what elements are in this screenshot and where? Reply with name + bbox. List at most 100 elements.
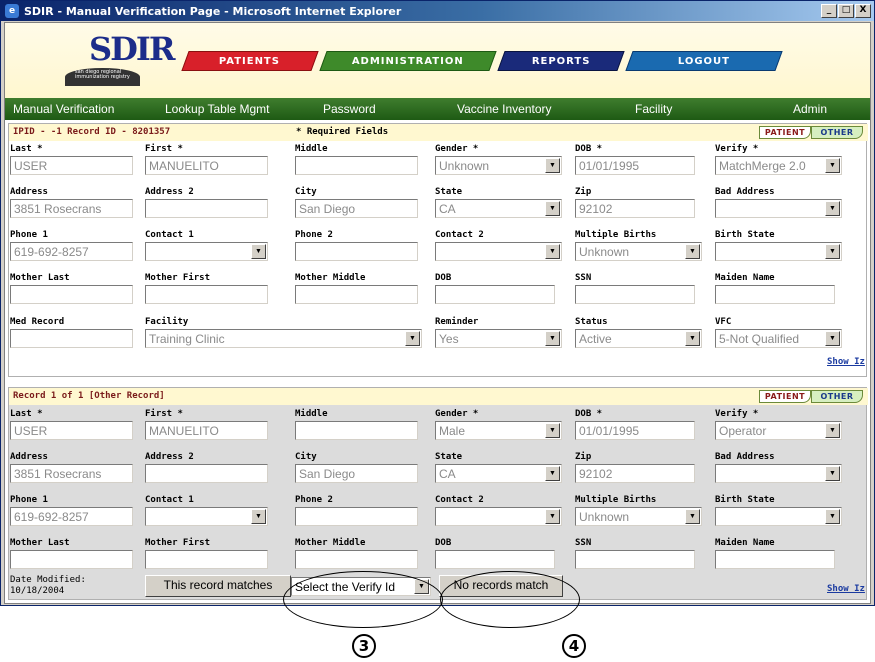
maiden-name-field[interactable]	[715, 285, 835, 304]
record-id-label: IPID - -1 Record ID - 8201357	[13, 127, 171, 137]
multiple-births-select[interactable]: Unknown ▼	[575, 507, 702, 526]
contact2-select[interactable]: ▼	[435, 242, 562, 261]
gender-select[interactable]: Unknown ▼	[435, 156, 562, 175]
other-record-header: Record 1 of 1 [Other Record]	[9, 388, 868, 405]
patient-button[interactable]: PATIENT	[759, 126, 811, 139]
patient-button[interactable]: PATIENT	[759, 390, 811, 403]
phone2-field[interactable]	[295, 242, 418, 261]
ssn-label: SSN	[575, 538, 592, 548]
phone2-field[interactable]	[295, 507, 418, 526]
med-record-field[interactable]	[10, 329, 133, 348]
address-field[interactable]: 3851 Rosecrans	[10, 199, 133, 218]
last-label: Last *	[10, 409, 43, 419]
last-field[interactable]: USER	[10, 421, 133, 440]
nav-reports[interactable]: REPORTS	[497, 51, 625, 71]
maiden-name-field[interactable]	[715, 550, 835, 569]
first-field[interactable]: MANUELITO	[145, 421, 268, 440]
verify-label: Verify *	[715, 144, 759, 154]
zip-field[interactable]: 92102	[575, 464, 695, 483]
show-iz-link[interactable]: Show Iz	[827, 584, 865, 594]
reminder-label: Reminder	[435, 317, 479, 327]
verify-select[interactable]: MatchMerge 2.0 ▼	[715, 156, 842, 175]
show-iz-link[interactable]: Show Iz	[827, 357, 865, 367]
last-field[interactable]: USER	[10, 156, 133, 175]
contact1-select[interactable]: ▼	[145, 507, 268, 526]
mother-last-label: Mother Last	[10, 538, 70, 548]
state-select[interactable]: CA ▼	[435, 464, 562, 483]
multiple-births-select[interactable]: Unknown ▼	[575, 242, 702, 261]
record-count-label: Record 1 of 1 [Other Record]	[13, 391, 165, 401]
phone1-field[interactable]: 619-692-8257	[10, 507, 133, 526]
phone1-field[interactable]: 619-692-8257	[10, 242, 133, 261]
city-field[interactable]: San Diego	[295, 199, 418, 218]
multiple-births-label: Multiple Births	[575, 495, 657, 505]
middle-field[interactable]	[295, 156, 418, 175]
mother-first-field[interactable]	[145, 285, 268, 304]
address-field[interactable]: 3851 Rosecrans	[10, 464, 133, 483]
maximize-button[interactable]: □	[838, 4, 854, 18]
status-select[interactable]: Active ▼	[575, 329, 702, 348]
menu-admin[interactable]: Admin	[793, 102, 827, 116]
menu-password[interactable]: Password	[323, 102, 376, 116]
record-matches-button[interactable]: This record matches	[145, 575, 291, 597]
mother-last-field[interactable]	[10, 285, 133, 304]
menu-vaccine-inventory[interactable]: Vaccine Inventory	[457, 102, 552, 116]
address2-field[interactable]	[145, 464, 268, 483]
nav-patients[interactable]: PATIENTS	[181, 51, 319, 71]
zip-field[interactable]: 92102	[575, 199, 695, 218]
menu-facility[interactable]: Facility	[635, 102, 672, 116]
middle-label: Middle	[295, 409, 328, 419]
dob-field[interactable]: 01/01/1995	[575, 421, 695, 440]
state-label: State	[435, 452, 463, 462]
other-button[interactable]: OTHER	[811, 390, 863, 403]
sdir-logo: SDIR san diego regional immunization reg…	[65, 30, 175, 88]
nav-administration[interactable]: ADMINISTRATION	[319, 51, 497, 71]
state-select[interactable]: CA ▼	[435, 199, 562, 218]
address-label: Address	[10, 187, 48, 197]
verify-select[interactable]: Operator ▼	[715, 421, 842, 440]
close-button[interactable]: X	[855, 4, 871, 18]
reminder-value: Yes	[439, 332, 459, 346]
maiden-name-label: Maiden Name	[715, 273, 775, 283]
chevron-down-icon: ▼	[545, 466, 560, 481]
minimize-button[interactable]: _	[821, 4, 837, 18]
status-label: Status	[575, 317, 608, 327]
ssn-field[interactable]	[575, 550, 695, 569]
mother-last-field[interactable]	[10, 550, 133, 569]
mother-middle-label: Mother Middle	[295, 273, 366, 283]
contact1-select[interactable]: ▼	[145, 242, 268, 261]
bad-address-select[interactable]: ▼	[715, 199, 842, 218]
bad-address-select[interactable]: ▼	[715, 464, 842, 483]
chevron-down-icon: ▼	[685, 331, 700, 346]
mother-first-field[interactable]	[145, 550, 268, 569]
menu-lookup-table-mgmt[interactable]: Lookup Table Mgmt	[165, 102, 270, 116]
middle-field[interactable]	[295, 421, 418, 440]
dob-field[interactable]: 01/01/1995	[575, 156, 695, 175]
chevron-down-icon: ▼	[825, 466, 840, 481]
birth-state-select[interactable]: ▼	[715, 242, 842, 261]
contact2-select[interactable]: ▼	[435, 507, 562, 526]
birth-state-select[interactable]: ▼	[715, 507, 842, 526]
other-button[interactable]: OTHER	[811, 126, 863, 139]
window-title: SDIR - Manual Verification Page - Micros…	[24, 4, 402, 18]
city-field[interactable]: San Diego	[295, 464, 418, 483]
annotation-ellipse-4	[440, 571, 580, 628]
patient-record-header: IPID - -1 Record ID - 8201357	[9, 124, 868, 141]
facility-select[interactable]: Training Clinic ▼	[145, 329, 422, 348]
chevron-down-icon: ▼	[685, 244, 700, 259]
mother-dob-field[interactable]	[435, 550, 555, 569]
ssn-field[interactable]	[575, 285, 695, 304]
gender-value: Unknown	[439, 159, 490, 173]
mother-dob-label: DOB	[435, 273, 452, 283]
mother-dob-field[interactable]	[435, 285, 555, 304]
vfc-select[interactable]: 5-Not Qualified ▼	[715, 329, 842, 348]
menu-manual-verification[interactable]: Manual Verification	[13, 102, 114, 116]
address2-field[interactable]	[145, 199, 268, 218]
first-field[interactable]: MANUELITO	[145, 156, 268, 175]
mother-middle-field[interactable]	[295, 285, 418, 304]
reminder-select[interactable]: Yes ▼	[435, 329, 562, 348]
phone1-label: Phone 1	[10, 230, 48, 240]
gender-select[interactable]: Male ▼	[435, 421, 562, 440]
nav-logout[interactable]: LOGOUT	[625, 51, 783, 71]
mother-middle-field[interactable]	[295, 550, 418, 569]
